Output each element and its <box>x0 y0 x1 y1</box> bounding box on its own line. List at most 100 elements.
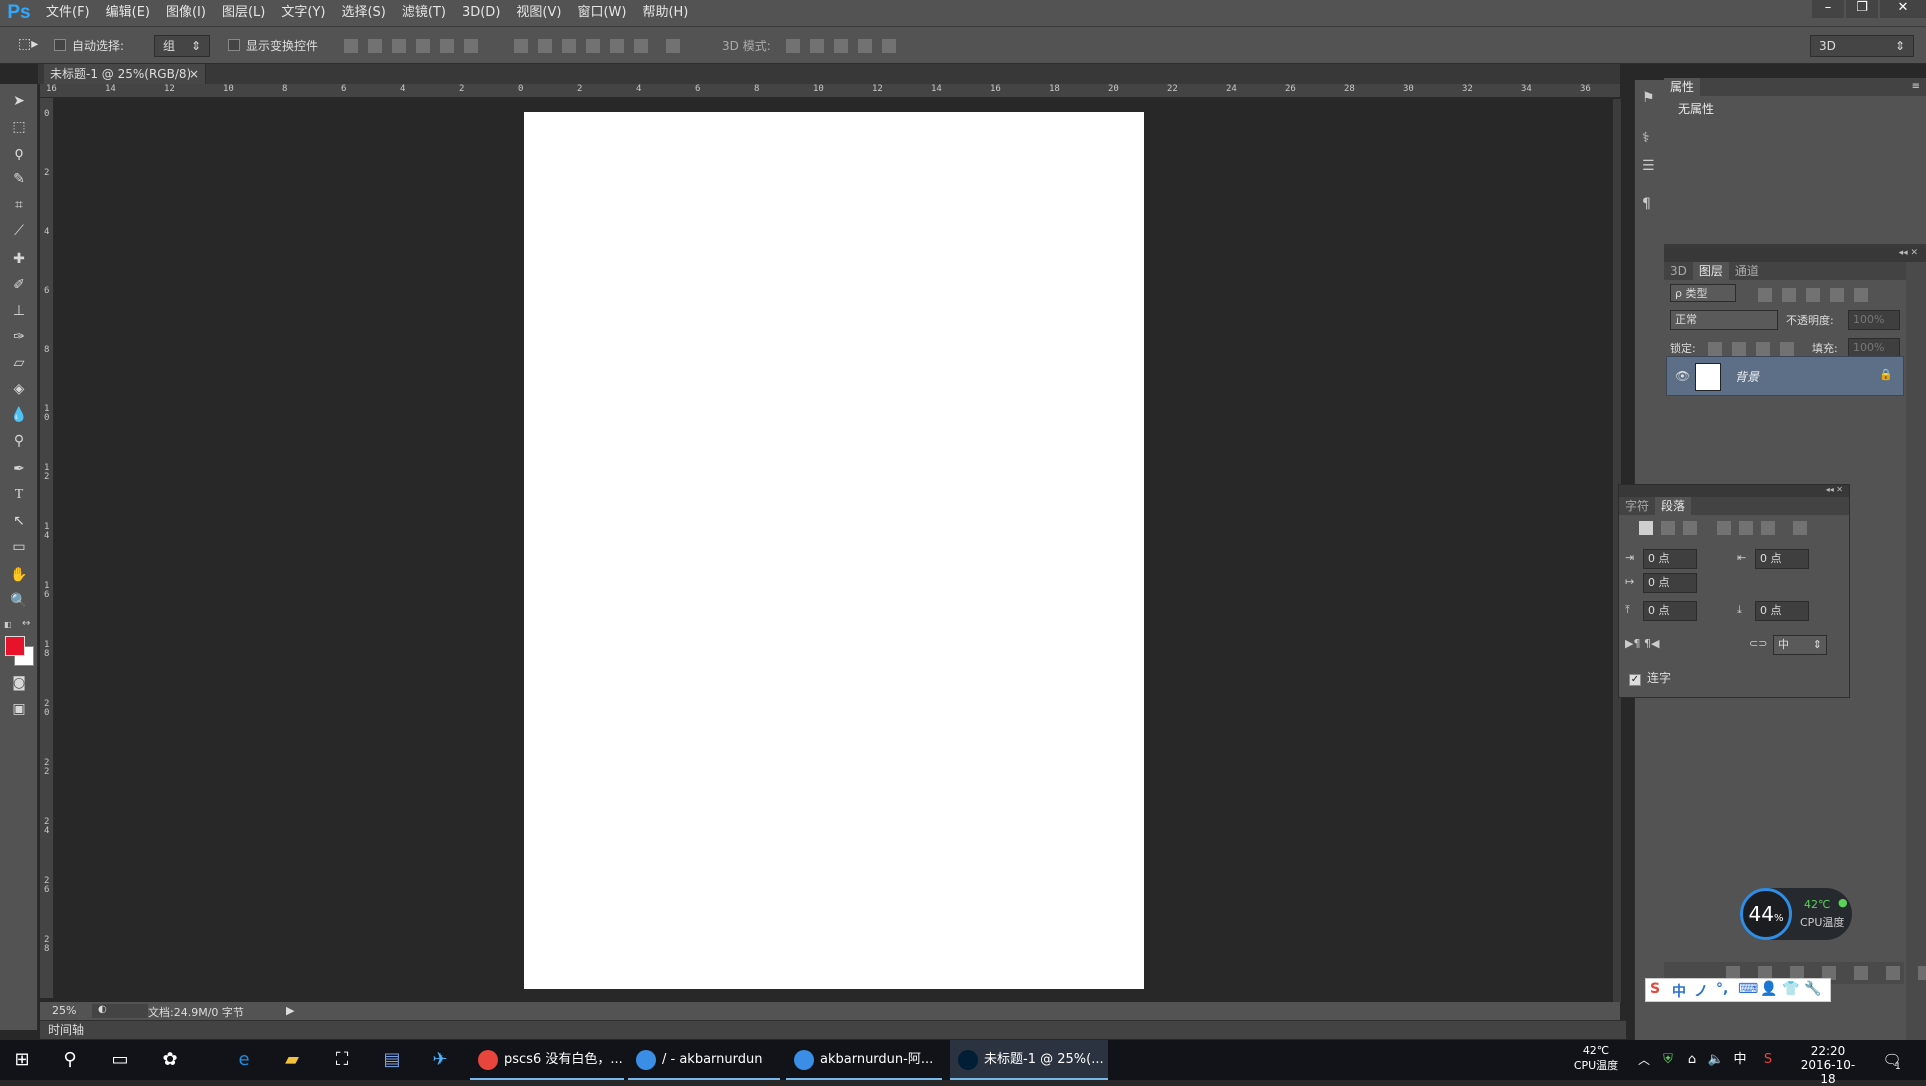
share-icon[interactable]: ◐ <box>98 1004 107 1015</box>
taskbar-app-button[interactable]: pscs6 没有白色，... <box>470 1040 624 1080</box>
show-transform-checkbox[interactable] <box>228 39 240 55</box>
edge-browser-icon[interactable]: e <box>232 1048 256 1072</box>
tab-layers[interactable]: 图层 <box>1692 262 1729 280</box>
workspace-dropdown[interactable]: 3D ⇕ <box>1810 35 1914 57</box>
tray-overflow-icon[interactable]: ︿ <box>1632 1048 1656 1072</box>
menu-item[interactable]: 窗口(W) <box>569 0 634 26</box>
menu-item[interactable]: 视图(V) <box>508 0 569 26</box>
menu-item[interactable]: 帮助(H) <box>634 0 696 26</box>
3d-rotate-icon[interactable] <box>786 39 800 53</box>
3d-slide-icon[interactable] <box>858 39 872 53</box>
distribute-hcenter-icon[interactable] <box>610 39 624 53</box>
crop-tool-icon[interactable]: ⌗ <box>6 194 32 216</box>
menu-item[interactable]: 文件(F) <box>38 0 98 26</box>
lock-transparent-icon[interactable] <box>1708 342 1722 356</box>
collapse-icon[interactable]: ◂◂ ✕ <box>1826 485 1843 494</box>
history-icon[interactable]: ⚑ <box>1642 90 1655 106</box>
blend-mode-dropdown[interactable]: 正常 <box>1670 310 1778 330</box>
move-tool-icon[interactable]: ⬚▸ <box>18 36 38 52</box>
default-colors-icon[interactable]: ◧ <box>4 620 16 629</box>
punctuation-icon[interactable]: °, <box>1716 981 1728 997</box>
swap-colors-icon[interactable]: ↔ <box>22 618 30 629</box>
auto-align-icon[interactable] <box>666 39 680 53</box>
space-after-input[interactable]: 0 点 <box>1755 601 1809 621</box>
lock-all-icon[interactable] <box>1780 342 1794 356</box>
lock-pixels-icon[interactable] <box>1732 342 1746 356</box>
task-view-icon[interactable]: ▭ <box>108 1048 132 1072</box>
auto-select-checkbox[interactable] <box>54 39 66 55</box>
align-top-icon[interactable] <box>344 39 358 53</box>
taskbar-app-button[interactable]: / - akbarnurdun <box>628 1040 780 1080</box>
ime-indicator[interactable]: 中 <box>1728 1048 1752 1072</box>
security-shield-icon[interactable]: ⛨ <box>1656 1048 1680 1072</box>
indent-left-input[interactable]: 0 点 <box>1643 549 1697 569</box>
opacity-input[interactable]: 100% <box>1848 310 1900 330</box>
taskbar-app-button[interactable]: 未标题-1 @ 25%(... <box>950 1040 1108 1080</box>
adjust-icon[interactable]: ☰ <box>1642 158 1655 174</box>
tab-character[interactable]: 字符 <box>1619 497 1655 515</box>
align-right-text-icon[interactable] <box>1683 521 1697 535</box>
fill-input[interactable]: 100% <box>1848 338 1900 358</box>
distribute-top-icon[interactable] <box>514 39 528 53</box>
3d-roll-icon[interactable] <box>810 39 824 53</box>
smart-object-filter-icon[interactable] <box>1854 288 1868 302</box>
paint-bucket-tool-icon[interactable]: ◈ <box>6 378 32 400</box>
pixel-filter-icon[interactable] <box>1758 288 1772 302</box>
align-right-icon[interactable] <box>464 39 478 53</box>
align-hcenter-icon[interactable] <box>440 39 454 53</box>
align-vcenter-icon[interactable] <box>368 39 382 53</box>
baidu-netdisk-icon[interactable]: ✿ <box>158 1048 182 1072</box>
menu-item[interactable]: 编辑(E) <box>98 0 158 26</box>
screen-mode-icon[interactable]: ▣ <box>6 698 32 720</box>
move-tool-icon[interactable]: ➤ <box>6 90 32 112</box>
skin-icon[interactable]: 👕 <box>1782 981 1799 997</box>
hyphenation-dropdown[interactable]: 中 ⇕ <box>1773 635 1827 655</box>
3d-scale-icon[interactable] <box>882 39 896 53</box>
tab-channels[interactable]: 通道 <box>1729 262 1765 280</box>
stamp-tool-icon[interactable]: ⊥ <box>6 300 32 322</box>
windows-start-icon[interactable]: ⊞ <box>10 1048 34 1072</box>
distribute-right-icon[interactable] <box>634 39 648 53</box>
document-canvas[interactable] <box>524 112 1144 989</box>
sogou-icon[interactable]: S <box>1756 1048 1780 1072</box>
quick-mask-icon[interactable]: ◙ <box>6 672 32 694</box>
volume-icon[interactable]: 🔈 <box>1704 1048 1728 1072</box>
layer-row-background[interactable]: 👁 背景 🔒 <box>1666 356 1904 396</box>
marquee-tool-icon[interactable]: ⬚ <box>6 116 32 138</box>
cpu-monitor-widget[interactable]: 44% 42℃ ● CPU温度 <box>1740 888 1852 940</box>
minimize-button[interactable]: – <box>1812 0 1844 18</box>
collapse-icon[interactable]: ◂◂ ✕ <box>1899 248 1918 258</box>
network-icon[interactable]: ⌂ <box>1680 1048 1704 1072</box>
layer-filter-dropdown[interactable]: ρ 类型 <box>1670 284 1736 302</box>
menu-item[interactable]: 选择(S) <box>333 0 393 26</box>
hyphenate-checkbox[interactable]: ✓ <box>1629 671 1641 686</box>
new-layer-icon[interactable] <box>1886 966 1900 980</box>
3d-pan-icon[interactable] <box>834 39 848 53</box>
menu-item[interactable]: 3D(D) <box>454 0 508 26</box>
close-tab-icon[interactable]: × <box>189 64 199 84</box>
shape-filter-icon[interactable] <box>1830 288 1844 302</box>
menu-item[interactable]: 图像(I) <box>158 0 214 26</box>
auto-select-dropdown[interactable]: 组 ⇕ <box>154 35 210 57</box>
tab-paragraph[interactable]: 段落 <box>1655 497 1692 515</box>
adjustment-filter-icon[interactable] <box>1782 288 1796 302</box>
panel-menu-icon[interactable]: ≡ <box>1912 78 1920 96</box>
store-icon[interactable]: ⛶ <box>330 1048 354 1072</box>
layer-name[interactable]: 背景 <box>1735 368 1759 385</box>
blur-tool-icon[interactable]: 💧 <box>6 404 32 426</box>
lock-position-icon[interactable] <box>1756 342 1770 356</box>
brush-tool-icon[interactable]: ✐ <box>6 274 32 296</box>
foreground-color-swatch[interactable] <box>5 636 25 656</box>
justify-last-center-icon[interactable] <box>1739 521 1753 535</box>
distribute-vcenter-icon[interactable] <box>538 39 552 53</box>
close-window-button[interactable]: ✕ <box>1880 0 1926 18</box>
space-before-input[interactable]: 0 点 <box>1643 601 1697 621</box>
status-menu-arrow-icon[interactable]: ▶ <box>286 1004 294 1017</box>
file-explorer-icon[interactable]: ▰ <box>280 1048 304 1072</box>
hand-tool-icon[interactable]: ✋ <box>6 564 32 586</box>
justify-last-right-icon[interactable] <box>1761 521 1775 535</box>
healing-brush-tool-icon[interactable]: ✚ <box>6 248 32 270</box>
chinese-mode-icon[interactable]: 中 <box>1672 981 1686 1001</box>
brush-settings-icon[interactable]: ⚕ <box>1642 130 1650 146</box>
delete-layer-icon[interactable] <box>1918 966 1926 980</box>
